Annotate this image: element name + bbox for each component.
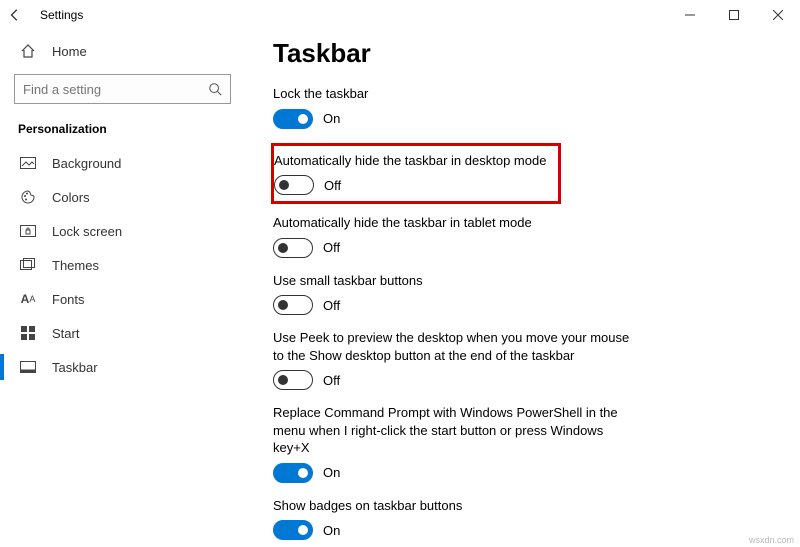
setting-row: Automatically hide the taskbar in deskto… bbox=[271, 143, 561, 205]
sidebar-item-start[interactable]: Start bbox=[0, 316, 245, 350]
fonts-icon: AA bbox=[18, 292, 38, 306]
setting-label: Automatically hide the taskbar in deskto… bbox=[274, 152, 550, 170]
sidebar-section-header: Personalization bbox=[0, 114, 245, 146]
toggle-switch[interactable] bbox=[273, 463, 313, 483]
toggle-row: Off bbox=[273, 370, 800, 390]
toggle-row: Off bbox=[274, 175, 550, 195]
sidebar-item-label: Themes bbox=[52, 258, 99, 273]
sidebar-item-fonts[interactable]: AA Fonts bbox=[0, 282, 245, 316]
setting-row: Use small taskbar buttons Off bbox=[273, 272, 800, 316]
watermark: wsxdn.com bbox=[749, 535, 794, 545]
toggle-state-label: Off bbox=[323, 373, 340, 388]
toggle-switch[interactable] bbox=[273, 520, 313, 540]
toggle-switch[interactable] bbox=[273, 370, 313, 390]
toggle-knob bbox=[279, 180, 289, 190]
setting-label: Automatically hide the taskbar in tablet… bbox=[273, 214, 633, 232]
sidebar-item-colors[interactable]: Colors bbox=[0, 180, 245, 214]
setting-label: Replace Command Prompt with Windows Powe… bbox=[273, 404, 633, 457]
toggle-state-label: On bbox=[323, 111, 340, 126]
setting-row: Use Peek to preview the desktop when you… bbox=[273, 329, 800, 390]
setting-label: Lock the taskbar bbox=[273, 85, 633, 103]
toggle-row: Off bbox=[273, 238, 800, 258]
setting-row: Automatically hide the taskbar in tablet… bbox=[273, 214, 800, 258]
search-input-wrapper[interactable] bbox=[14, 74, 231, 104]
setting-label: Use Peek to preview the desktop when you… bbox=[273, 329, 633, 364]
setting-label: Show badges on taskbar buttons bbox=[273, 497, 633, 515]
content-pane: Taskbar Lock the taskbar On Automatically … bbox=[245, 30, 800, 547]
toggle-knob bbox=[298, 114, 308, 124]
toggle-state-label: Off bbox=[324, 178, 341, 193]
toggle-knob bbox=[278, 243, 288, 253]
sidebar-item-label: Lock screen bbox=[52, 224, 122, 239]
toggle-row: On bbox=[273, 109, 800, 129]
sidebar-item-taskbar[interactable]: Taskbar bbox=[0, 350, 245, 384]
sidebar: Home Personalization Background Colors L… bbox=[0, 30, 245, 547]
page-heading: Taskbar bbox=[273, 38, 800, 69]
sidebar-home[interactable]: Home bbox=[0, 34, 245, 68]
lockscreen-icon bbox=[18, 225, 38, 237]
toggle-switch[interactable] bbox=[274, 175, 314, 195]
home-icon bbox=[18, 43, 38, 59]
setting-row: Replace Command Prompt with Windows Powe… bbox=[273, 404, 800, 483]
toggle-switch[interactable] bbox=[273, 295, 313, 315]
toggle-switch[interactable] bbox=[273, 238, 313, 258]
search-input[interactable] bbox=[23, 82, 208, 97]
toggle-state-label: Off bbox=[323, 240, 340, 255]
image-icon bbox=[18, 157, 38, 169]
setting-row: Lock the taskbar On bbox=[273, 85, 800, 129]
themes-icon bbox=[18, 258, 38, 272]
toggle-state-label: Off bbox=[323, 298, 340, 313]
minimize-button[interactable] bbox=[668, 0, 712, 30]
setting-row: Show badges on taskbar buttons On bbox=[273, 497, 800, 541]
toggle-state-label: On bbox=[323, 523, 340, 538]
maximize-button[interactable] bbox=[712, 0, 756, 30]
taskbar-icon bbox=[18, 361, 38, 373]
toggle-state-label: On bbox=[323, 465, 340, 480]
palette-icon bbox=[18, 189, 38, 205]
sidebar-item-label: Colors bbox=[52, 190, 90, 205]
close-button[interactable] bbox=[756, 0, 800, 30]
back-button[interactable] bbox=[8, 8, 32, 22]
sidebar-item-themes[interactable]: Themes bbox=[0, 248, 245, 282]
sidebar-item-label: Start bbox=[52, 326, 79, 341]
titlebar: Settings bbox=[0, 0, 800, 30]
window-controls bbox=[668, 0, 800, 30]
toggle-knob bbox=[298, 525, 308, 535]
search-icon bbox=[208, 82, 222, 96]
sidebar-item-label: Fonts bbox=[52, 292, 85, 307]
toggle-row: On bbox=[273, 520, 800, 540]
toggle-knob bbox=[278, 375, 288, 385]
toggle-switch[interactable] bbox=[273, 109, 313, 129]
start-icon bbox=[18, 326, 38, 340]
sidebar-home-label: Home bbox=[52, 44, 87, 59]
sidebar-item-label: Taskbar bbox=[52, 360, 98, 375]
sidebar-item-lockscreen[interactable]: Lock screen bbox=[0, 214, 245, 248]
toggle-knob bbox=[278, 300, 288, 310]
toggle-knob bbox=[298, 468, 308, 478]
setting-label: Use small taskbar buttons bbox=[273, 272, 633, 290]
window-title: Settings bbox=[32, 8, 83, 22]
toggle-row: Off bbox=[273, 295, 800, 315]
toggle-row: On bbox=[273, 463, 800, 483]
sidebar-item-background[interactable]: Background bbox=[0, 146, 245, 180]
sidebar-item-label: Background bbox=[52, 156, 121, 171]
